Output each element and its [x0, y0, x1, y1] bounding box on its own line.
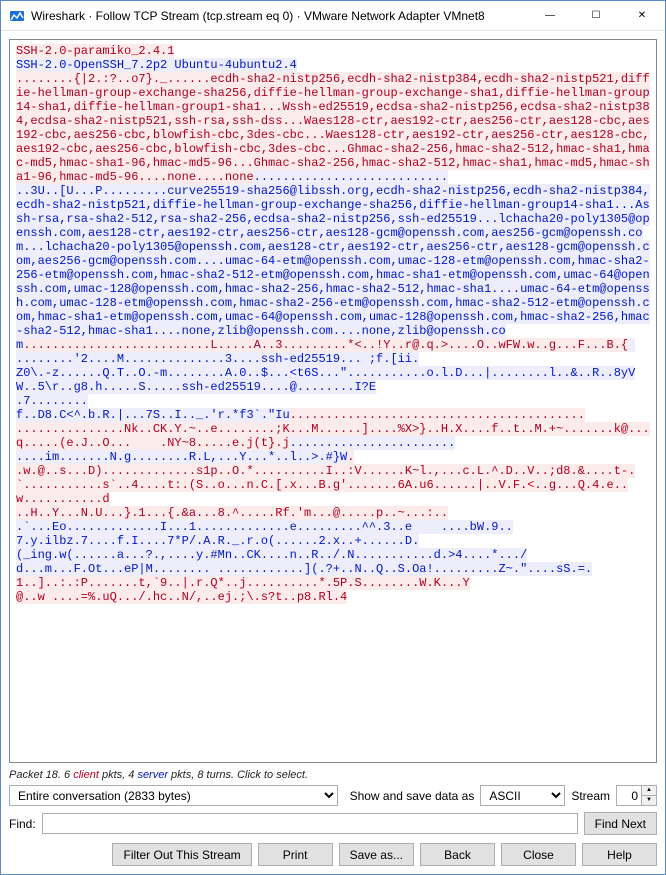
save-as-button[interactable]: Save as... — [339, 843, 414, 866]
packet-info: Packet 18. 6 client pkts, 4 server pkts,… — [9, 769, 657, 781]
stream-segment[interactable]: ........................... ..3U..[U...P… — [16, 170, 650, 352]
stream-up-icon[interactable]: ▲ — [641, 786, 656, 796]
conversation-select[interactable]: Entire conversation (2833 bytes) — [9, 785, 338, 806]
titlebar: Wireshark · Follow TCP Stream (tcp.strea… — [1, 1, 665, 31]
app-icon — [9, 8, 25, 24]
close-dialog-button[interactable]: Close — [501, 843, 576, 866]
info-pre: Packet 18. 6 — [9, 769, 73, 781]
filter-out-button[interactable]: Filter Out This Stream — [112, 843, 251, 866]
app-window: Wireshark · Follow TCP Stream (tcp.strea… — [0, 0, 666, 875]
stream-segment[interactable]: SSH-2.0-paramiko_2.4.1 — [16, 44, 174, 58]
stream-segment[interactable]: 1..]..:.:P.......t,`9..|.r.Q*..j........… — [16, 576, 470, 604]
stream-value-input[interactable] — [617, 786, 641, 805]
stream-segment[interactable]: .`...Eo.............I...1.............e.… — [16, 520, 592, 576]
info-mid2: pkts, 8 turns. — [168, 769, 237, 781]
stream-segment[interactable]: ..........................L.....A..3....… — [23, 338, 628, 352]
find-next-button[interactable]: Find Next — [584, 812, 657, 835]
info-client: client — [73, 769, 99, 781]
find-input[interactable] — [42, 813, 578, 834]
stream-segment[interactable]: SSH-2.0-OpenSSH_7.2p2 Ubuntu-4ubuntu2.4 — [16, 58, 297, 72]
stream-down-icon[interactable]: ▼ — [641, 796, 656, 805]
info-tail: Click to select. — [237, 769, 308, 781]
stream-label: Stream — [571, 789, 610, 803]
help-button[interactable]: Help — [582, 843, 657, 866]
stream-spinbox[interactable]: ▲ ▼ — [616, 785, 657, 806]
find-label: Find: — [9, 817, 36, 831]
print-button[interactable]: Print — [258, 843, 333, 866]
maximize-button[interactable]: ☐ — [573, 1, 619, 31]
close-button[interactable]: ✕ — [619, 1, 665, 31]
stream-segment[interactable]: ........{|2.:?..o7}._......ecdh-sha2-nis… — [16, 72, 650, 184]
button-row: Filter Out This Stream Print Save as... … — [9, 843, 657, 866]
back-button[interactable]: Back — [420, 843, 495, 866]
window-title: Wireshark · Follow TCP Stream (tcp.strea… — [31, 9, 527, 23]
find-row: Find: Find Next — [9, 812, 657, 835]
window-buttons: — ☐ ✕ — [527, 1, 665, 31]
show-save-label: Show and save data as — [350, 789, 475, 803]
controls-row: Entire conversation (2833 bytes) Show an… — [9, 785, 657, 806]
minimize-button[interactable]: — — [527, 1, 573, 31]
info-mid1: pkts, 4 — [99, 769, 138, 781]
info-server: server — [137, 769, 168, 781]
mode-select[interactable]: ASCII — [480, 785, 565, 806]
stream-text[interactable]: SSH-2.0-paramiko_2.4.1 SSH-2.0-OpenSSH_7… — [9, 39, 657, 763]
content-area: SSH-2.0-paramiko_2.4.1 SSH-2.0-OpenSSH_7… — [1, 31, 665, 874]
